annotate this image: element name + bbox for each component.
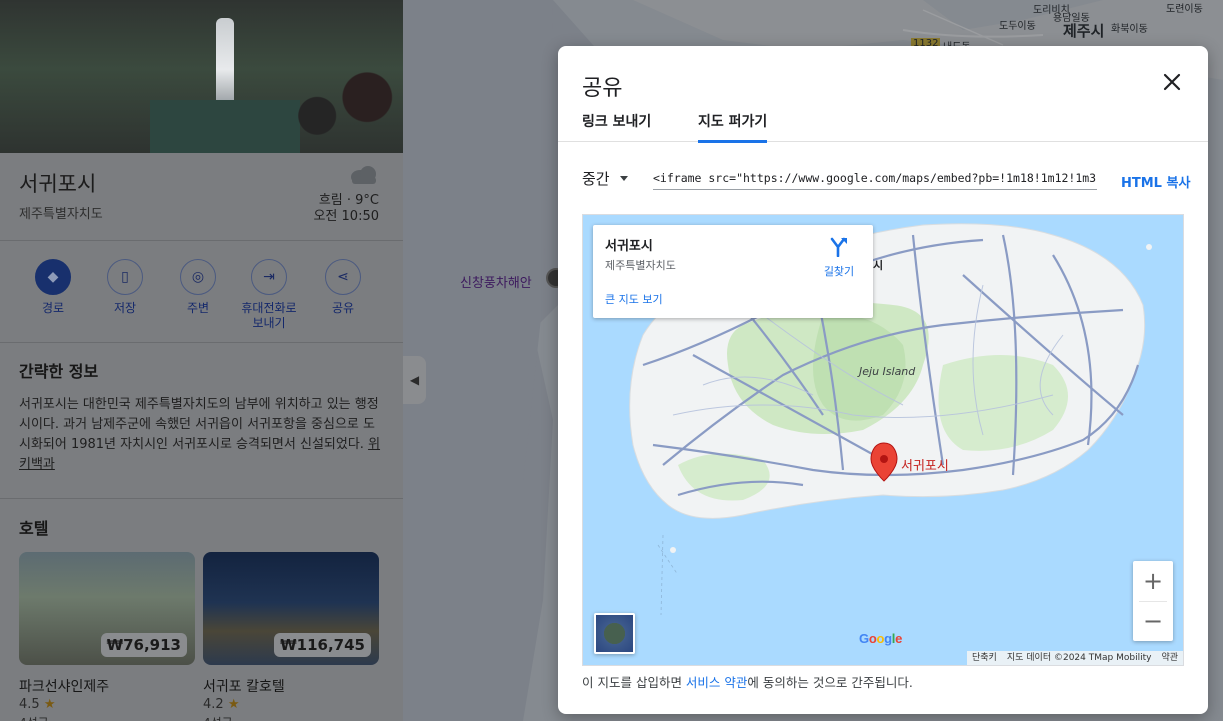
nearby-button[interactable]: ◎ 주변: [163, 259, 233, 316]
close-icon: [1163, 73, 1181, 91]
tab-send-link[interactable]: 링크 보내기: [582, 111, 651, 143]
hotels-heading: 호텔: [19, 519, 49, 538]
island-label: Jeju Island: [859, 365, 916, 378]
google-logo: Google: [859, 631, 903, 646]
share-tabs: 링크 보내기 지도 퍼가기: [558, 106, 1208, 143]
zoom-in-button[interactable]: +: [1133, 561, 1173, 601]
marker-label[interactable]: 서귀포시: [901, 455, 949, 474]
visitors-shape: [260, 60, 403, 153]
directions-label: 길찾기: [823, 265, 855, 278]
zoom-out-button[interactable]: −: [1133, 601, 1173, 641]
map-attribution: 단축키 지도 데이터 ©2024 TMap Mobility 약관: [967, 651, 1183, 665]
directions-icon: ◆: [35, 259, 71, 295]
action-label: 공유: [331, 301, 355, 315]
action-label: 주변: [186, 301, 210, 315]
place-info-card: 서귀포시 제주특별자치도 큰 지도 보기 길찾기: [593, 225, 873, 318]
weather-info: 흐림 · 9°C 오전 10:50: [313, 193, 379, 225]
embed-code-field[interactable]: [653, 166, 1097, 190]
place-subtitle: 제주특별자치도: [19, 207, 103, 222]
local-time: 오전 10:50: [313, 209, 379, 224]
action-label: 경로: [41, 301, 65, 315]
copy-html-button[interactable]: HTML 복사: [1121, 172, 1190, 191]
hotel-class: 4성급: [19, 714, 49, 721]
close-button[interactable]: [1158, 68, 1186, 96]
about-description: 서귀포시는 대한민국 제주특별자치도의 남부에 위치하고 있는 행정시이다. 과…: [19, 395, 381, 475]
hotel-rating: 4.5 ★: [19, 697, 55, 712]
terms-notice: 이 지도를 삽입하면 서비스 약관에 동의하는 것으로 간주됩니다.: [582, 672, 913, 691]
about-heading: 간략한 정보: [19, 362, 99, 381]
cloud-icon: [351, 166, 376, 184]
chevron-left-icon: ◀: [409, 373, 420, 387]
rating-value: 4.5: [19, 697, 40, 712]
caret-down-icon: [619, 176, 628, 181]
divider: [0, 240, 403, 241]
view-larger-map-link[interactable]: 큰 지도 보기: [605, 291, 663, 307]
action-label: 휴대전화로 보내기: [241, 301, 297, 330]
save-button[interactable]: ▯ 저장: [90, 259, 160, 316]
hotel-price: ₩76,913: [100, 633, 187, 657]
bg-map-label: 도련이동: [1166, 4, 1203, 15]
share-icon: ⋖: [325, 259, 361, 295]
satellite-toggle-button[interactable]: [594, 613, 635, 654]
card-title: 서귀포시: [605, 239, 653, 254]
action-label: 저장: [113, 301, 137, 315]
share-dialog: 공유 링크 보내기 지도 퍼가기 중간 HTML 복사: [558, 46, 1208, 714]
directions-icon: [830, 237, 847, 258]
star-icon: ★: [227, 697, 240, 712]
place-hero-photo[interactable]: [0, 0, 403, 153]
terms-notice-text: 이 지도를 삽입하면: [582, 675, 686, 690]
share-button[interactable]: ⋖ 공유: [308, 259, 378, 316]
bg-map-label: 도두이동: [999, 21, 1036, 32]
hotel-card-photo[interactable]: ₩76,913: [19, 552, 195, 665]
rating-value: 4.2: [203, 697, 224, 712]
terms-link[interactable]: 약관: [1156, 651, 1183, 665]
hotel-name[interactable]: 서귀포 칼호텔: [203, 676, 285, 696]
directions-button[interactable]: ◆ 경로: [18, 259, 88, 316]
embed-size-value: 중간: [582, 170, 610, 188]
zoom-controls: + −: [1133, 561, 1173, 641]
collapse-panel-button[interactable]: ◀: [403, 356, 426, 404]
hotel-name[interactable]: 파크선샤인제주: [19, 676, 109, 696]
map-data-credit: 지도 데이터 ©2024 TMap Mobility: [1006, 653, 1152, 663]
embed-map-preview[interactable]: Jeju Island 서귀포시 시 서귀포시 제주특별자치도 큰 지도 보기 …: [582, 214, 1184, 666]
embed-size-select[interactable]: 중간: [582, 168, 628, 189]
terms-notice-text: 에 동의하는 것으로 간주됩니다.: [747, 675, 913, 690]
bg-map-poi-label[interactable]: 신창풍차해안: [460, 272, 532, 291]
card-subtitle: 제주특별자치도: [605, 259, 676, 272]
place-title: 서귀포시: [19, 172, 97, 196]
weather-condition: 흐림 · 9°C: [318, 193, 379, 208]
send-to-phone-icon: ⇥: [251, 259, 287, 295]
hotel-class: 4성급: [203, 714, 233, 721]
about-text: 서귀포시는 대한민국 제주특별자치도의 남부에 위치하고 있는 행정시이다. 과…: [19, 397, 379, 452]
hotel-rating: 4.2 ★: [203, 697, 239, 712]
bg-map-city-label: 제주시: [1063, 22, 1105, 40]
map-partial-label: 시: [873, 259, 884, 272]
send-to-phone-button[interactable]: ⇥ 휴대전화로 보내기: [234, 259, 304, 331]
tab-embed-map[interactable]: 지도 퍼가기: [698, 111, 768, 143]
keyboard-shortcuts-link[interactable]: 단축키: [967, 651, 1002, 665]
terms-of-service-link[interactable]: 서비스 약관: [686, 675, 747, 690]
hotel-card-photo[interactable]: ₩116,745: [203, 552, 379, 665]
directions-link[interactable]: 길찾기: [817, 237, 861, 279]
waterfall-shape: [216, 18, 234, 104]
bookmark-icon: ▯: [107, 259, 143, 295]
nearby-icon: ◎: [180, 259, 216, 295]
hotel-price: ₩116,745: [274, 633, 371, 657]
divider: [0, 498, 403, 499]
bg-map-label: 화북이동: [1111, 24, 1148, 35]
star-icon: ★: [43, 697, 56, 712]
divider: [0, 342, 403, 343]
dialog-title: 공유: [582, 76, 623, 101]
place-panel: 서귀포시 제주특별자치도 흐림 · 9°C 오전 10:50 ◆ 경로 ▯ 저장…: [0, 0, 403, 721]
